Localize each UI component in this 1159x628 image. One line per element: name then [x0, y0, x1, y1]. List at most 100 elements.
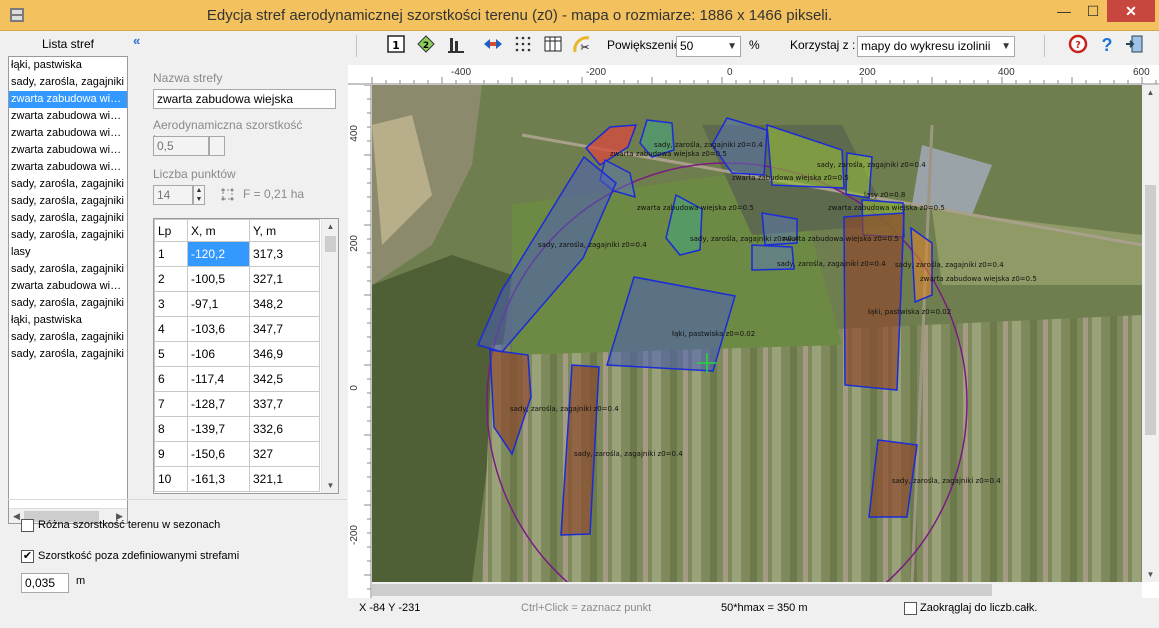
- table-row[interactable]: 4 -103,6 347,7: [154, 316, 320, 342]
- table-header-row: Lp X, m Y, m: [154, 219, 320, 242]
- zone-list-item[interactable]: sady, zarośla, zagajniki: [9, 261, 127, 278]
- zone-list-item[interactable]: zwarta zabudowa wiejska: [9, 278, 127, 295]
- zone-list-item[interactable]: sady, zarośla, zagajniki: [9, 346, 127, 363]
- cell-y[interactable]: 332,6: [249, 416, 320, 442]
- round-integers-checkbox[interactable]: [904, 602, 917, 615]
- table-row[interactable]: 1 -120,2 317,3: [154, 241, 320, 267]
- cell-x[interactable]: -100,5: [187, 266, 250, 292]
- cell-lp[interactable]: 2: [154, 266, 188, 292]
- cell-x[interactable]: -150,6: [187, 441, 250, 467]
- scroll-up-icon[interactable]: ▲: [322, 219, 338, 234]
- cell-lp[interactable]: 10: [154, 466, 188, 492]
- grid-points-icon[interactable]: [512, 34, 534, 56]
- cell-y[interactable]: 317,3: [249, 241, 320, 267]
- collapse-panel-icon[interactable]: «: [133, 33, 140, 48]
- cell-lp[interactable]: 9: [154, 441, 188, 467]
- move-icon[interactable]: [482, 34, 504, 56]
- cell-x[interactable]: -117,4: [187, 366, 250, 392]
- cell-y[interactable]: 321,1: [249, 466, 320, 492]
- scroll-thumb[interactable]: [372, 584, 992, 596]
- table-row[interactable]: 2 -100,5 327,1: [154, 266, 320, 292]
- help-icon[interactable]: ?: [1096, 34, 1118, 56]
- zone-list-item[interactable]: zwarta zabudowa wiejska: [9, 108, 127, 125]
- header-y: Y, m: [249, 219, 320, 242]
- cell-x[interactable]: -103,6: [187, 316, 250, 342]
- table-row[interactable]: 8 -139,7 332,6: [154, 416, 320, 442]
- cell-lp[interactable]: 6: [154, 366, 188, 392]
- cell-lp[interactable]: 1: [154, 241, 188, 267]
- zone-list-item[interactable]: lasy: [9, 244, 127, 261]
- table-row[interactable]: 5 -106 346,9: [154, 341, 320, 367]
- zone-name-field[interactable]: zwarta zabudowa wiejska: [153, 89, 336, 109]
- zone-list-item[interactable]: zwarta zabudowa wiejska: [9, 159, 127, 176]
- points-spinner[interactable]: ▲ ▼: [193, 185, 205, 205]
- zone-list-item[interactable]: sady, zarośla, zagajniki: [9, 193, 127, 210]
- compass-cut-icon[interactable]: ✂: [572, 34, 594, 56]
- table-icon[interactable]: [542, 34, 564, 56]
- cell-y[interactable]: 348,2: [249, 291, 320, 317]
- scroll-down-icon[interactable]: ▼: [322, 478, 338, 493]
- source-select[interactable]: mapy do wykresu izolinii ▼: [857, 36, 1015, 57]
- cell-x[interactable]: -97,1: [187, 291, 250, 317]
- outside-roughness-field[interactable]: 0,035: [21, 573, 69, 593]
- close-button[interactable]: ✕: [1107, 0, 1155, 22]
- zone-list-item[interactable]: zwarta zabudowa wiejska: [9, 91, 127, 108]
- help-stop-icon[interactable]: ?: [1067, 34, 1089, 56]
- cell-lp[interactable]: 8: [154, 416, 188, 442]
- scroll-down-icon[interactable]: ▼: [1142, 567, 1159, 582]
- cell-x[interactable]: -106: [187, 341, 250, 367]
- minimize-button[interactable]: —: [1049, 0, 1079, 22]
- outside-zones-checkbox[interactable]: ✔: [21, 550, 34, 563]
- cell-y[interactable]: 327: [249, 441, 320, 467]
- cell-y[interactable]: 342,5: [249, 366, 320, 392]
- zone-list-item[interactable]: sady, zarośla, zagajniki: [9, 176, 127, 193]
- cell-lp[interactable]: 3: [154, 291, 188, 317]
- seasonal-checkbox[interactable]: [21, 519, 34, 532]
- left-ruler: 400 200 0 -200: [348, 84, 372, 598]
- roughness-field[interactable]: 0,5: [153, 136, 209, 156]
- cell-lp[interactable]: 5: [154, 341, 188, 367]
- zone-list-item[interactable]: zwarta zabudowa wiejska: [9, 125, 127, 142]
- cell-lp[interactable]: 4: [154, 316, 188, 342]
- table-row[interactable]: 10 -161,3 321,1: [154, 466, 320, 492]
- cell-y[interactable]: 346,9: [249, 341, 320, 367]
- zone-list-item[interactable]: sady, zarośla, zagajniki: [9, 227, 127, 244]
- grid-vertical-scrollbar[interactable]: ▲ ▼: [321, 219, 338, 493]
- map-vertical-scrollbar[interactable]: ▲ ▼: [1142, 85, 1159, 582]
- satellite-map[interactable]: zwarta zabudowa wiejska z0=0.5 sady, zar…: [372, 85, 1142, 582]
- exit-icon[interactable]: [1123, 34, 1145, 56]
- zone-list-item[interactable]: sady, zarośla, zagajniki: [9, 74, 127, 91]
- points-count-field[interactable]: 14: [153, 185, 193, 205]
- info-icon[interactable]: 1: [385, 34, 407, 56]
- cell-x[interactable]: -120,2: [187, 241, 250, 267]
- scroll-thumb[interactable]: [325, 236, 336, 252]
- zone-list-item[interactable]: łąki, pastwiska: [9, 57, 127, 74]
- maximize-button[interactable]: ☐: [1079, 0, 1107, 22]
- cell-x[interactable]: -161,3: [187, 466, 250, 492]
- cell-y[interactable]: 327,1: [249, 266, 320, 292]
- points-icon[interactable]: 2: [415, 34, 437, 56]
- map-horizontal-scrollbar[interactable]: [372, 582, 1142, 598]
- zoom-select[interactable]: 50 ▼: [676, 36, 741, 57]
- table-row[interactable]: 6 -117,4 342,5: [154, 366, 320, 392]
- table-row[interactable]: 7 -128,7 337,7: [154, 391, 320, 417]
- zone-list-item[interactable]: łąki, pastwiska: [9, 312, 127, 329]
- roughness-picker-button[interactable]: [209, 136, 225, 156]
- table-row[interactable]: 9 -150,6 327: [154, 441, 320, 467]
- zone-list[interactable]: łąki, pastwiska sady, zarośla, zagajniki z…: [8, 56, 128, 524]
- cell-y[interactable]: 347,7: [249, 316, 320, 342]
- zone-list-item[interactable]: sady, zarośla, zagajniki: [9, 329, 127, 346]
- zone-list-item[interactable]: zwarta zabudowa wiejska: [9, 142, 127, 159]
- scroll-up-icon[interactable]: ▲: [1142, 85, 1159, 100]
- table-row[interactable]: 3 -97,1 348,2: [154, 291, 320, 317]
- scroll-thumb[interactable]: [1145, 185, 1156, 435]
- map-canvas[interactable]: zwarta zabudowa wiejska z0=0.5 sady, zar…: [372, 85, 1142, 582]
- chimney-icon[interactable]: [445, 34, 467, 56]
- cell-x[interactable]: -139,7: [187, 416, 250, 442]
- points-grid[interactable]: Lp X, m Y, m 1 -120,2 317,3 2 -100,5 327,1 3 -9…: [153, 218, 339, 494]
- zone-list-item[interactable]: sady, zarośla, zagajniki: [9, 210, 127, 227]
- cell-x[interactable]: -128,7: [187, 391, 250, 417]
- zone-list-item[interactable]: sady, zarośla, zagajniki: [9, 295, 127, 312]
- cell-y[interactable]: 337,7: [249, 391, 320, 417]
- cell-lp[interactable]: 7: [154, 391, 188, 417]
